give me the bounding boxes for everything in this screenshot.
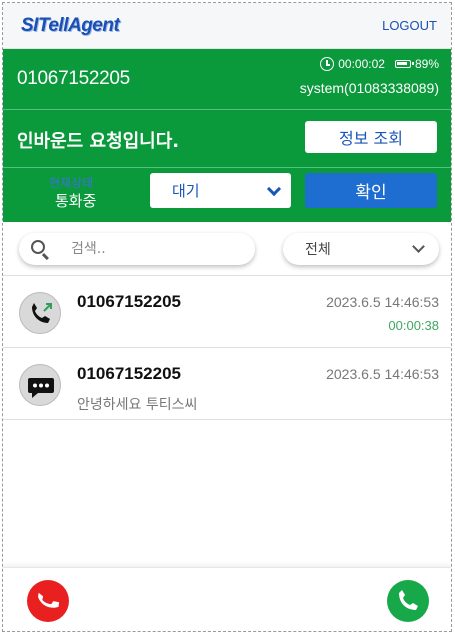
- outgoing-call-icon: [19, 292, 61, 334]
- battery-icon: [394, 60, 414, 68]
- system-account: system(01083338089): [299, 80, 439, 96]
- list-item[interactable]: 01067152205 2023.6.5 14:46:53 00:00:38: [3, 276, 451, 348]
- current-phone-number: 01067152205: [17, 68, 130, 89]
- history-list: 01067152205 2023.6.5 14:46:53 00:00:38 0…: [3, 275, 451, 420]
- inbound-message: 인바운드 요청입니다.: [17, 131, 180, 152]
- info-lookup-button[interactable]: 정보 조회: [305, 121, 437, 153]
- confirm-button[interactable]: 확인: [305, 173, 437, 208]
- top-bar: SITellAgent LOGOUT: [3, 3, 451, 49]
- call-duration: 00:00:38: [388, 318, 439, 333]
- search-box: [19, 233, 255, 265]
- call-datetime: 2023.6.5 14:46:53: [326, 294, 439, 310]
- search-icon: [31, 240, 45, 254]
- answer-button[interactable]: [387, 580, 429, 622]
- search-input[interactable]: [71, 239, 241, 259]
- answer-icon: [399, 590, 418, 610]
- call-info-panel: 01067152205 00:00:02 89% system(01083338…: [3, 49, 451, 109]
- status-panel: 현재상태 통화중 대기 확인: [3, 167, 451, 222]
- status-label: 현재상태: [49, 176, 94, 190]
- app-frame: SITellAgent LOGOUT 01067152205 00:00:02 …: [2, 2, 452, 632]
- clock-icon: [320, 57, 335, 71]
- filter-select-value: 전체: [305, 242, 331, 258]
- status-select-value: 대기: [172, 182, 200, 200]
- status-value: 통화중: [55, 192, 97, 210]
- message-datetime: 2023.6.5 14:46:53: [326, 366, 439, 382]
- caller-number: 01067152205: [77, 292, 182, 311]
- message-icon: [19, 364, 61, 406]
- bottom-call-bar: [3, 567, 451, 631]
- sender-number: 01067152205: [77, 364, 182, 383]
- inbound-notice-panel: 인바운드 요청입니다. 정보 조회: [3, 109, 451, 167]
- chevron-down-icon: [266, 181, 282, 197]
- hangup-button[interactable]: [27, 580, 69, 622]
- hangup-icon: [38, 592, 60, 608]
- logout-button[interactable]: LOGOUT: [382, 18, 437, 33]
- app-logo: SITellAgent: [21, 15, 120, 36]
- status-select[interactable]: 대기: [150, 173, 291, 208]
- call-timer: 00:00:02: [338, 57, 385, 71]
- message-preview: 안녕하세요 투티스씨: [77, 397, 198, 413]
- filter-select[interactable]: 전체: [283, 233, 439, 265]
- call-timer-row: 00:00:02 89%: [320, 57, 439, 71]
- battery-level: 89%: [414, 57, 439, 71]
- chevron-down-icon: [412, 240, 425, 253]
- list-item[interactable]: 01067152205 2023.6.5 14:46:53 안녕하세요 투티스씨: [3, 348, 451, 420]
